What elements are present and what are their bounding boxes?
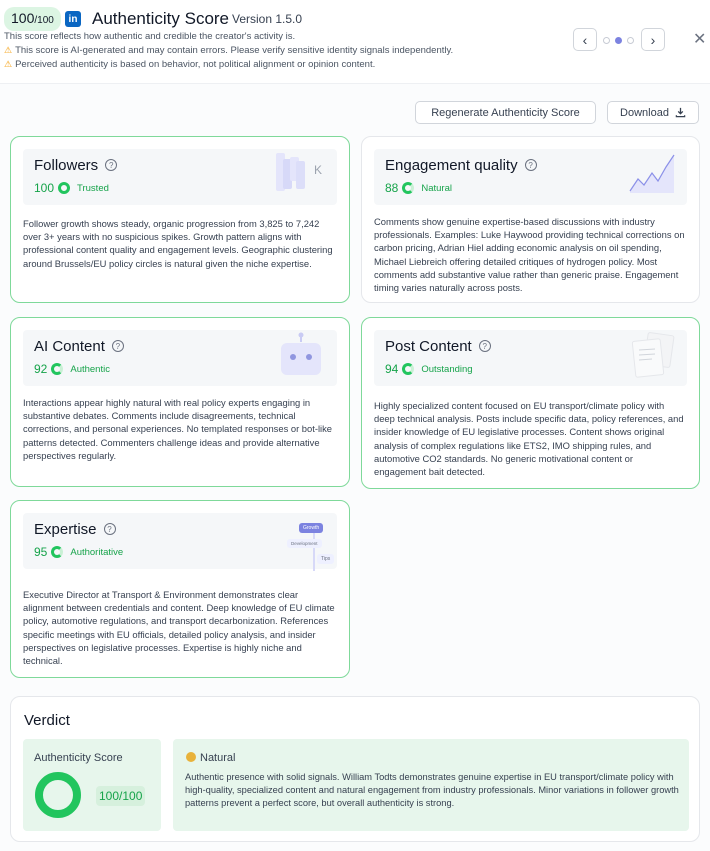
pager-dot[interactable] — [603, 37, 610, 44]
expertise-card-header: Expertise? 95 Authoritative Growth Devel… — [23, 513, 337, 571]
regenerate-label: Regenerate Authenticity Score — [431, 106, 580, 119]
verdict-level-row: Natural — [186, 752, 235, 764]
post-content-card-header: Post Content? 94 Outstanding — [374, 330, 687, 386]
next-button[interactable]: › — [641, 28, 665, 51]
score-ring-icon — [51, 363, 64, 375]
verdict-card: Verdict Authenticity Score 100/100 Natur… — [10, 696, 700, 842]
document-icon — [630, 330, 678, 385]
page-title: Authenticity Score — [92, 9, 230, 28]
verdict-score-ring — [35, 772, 81, 818]
post-content-score-row: 94 Outstanding — [385, 362, 473, 376]
followers-card-header: Followers? 100 Trusted K — [23, 149, 337, 205]
engagement-card-header: Engagement quality? 88 Natural — [374, 149, 687, 205]
verdict-summary-box: Natural Authentic presence with solid si… — [173, 739, 689, 831]
help-icon[interactable]: ? — [103, 523, 116, 535]
engagement-title-text: Engagement quality — [385, 157, 518, 174]
ai-content-level: Authentic — [70, 363, 110, 375]
regenerate-button[interactable]: Regenerate Authenticity Score — [415, 101, 596, 124]
post-content-score: 94 — [385, 362, 399, 376]
ai-content-title-text: AI Content — [34, 338, 105, 355]
score-pill-value: 100 — [11, 10, 35, 26]
engagement-score-row: 88 Natural — [385, 181, 452, 195]
help-icon[interactable]: ? — [524, 159, 537, 171]
expertise-illustration: Growth Development Tips — [277, 523, 337, 575]
info-note: This score reflects how authentic and cr… — [4, 31, 296, 42]
score-ring-icon — [402, 182, 415, 194]
ai-content-score: 92 — [34, 362, 48, 376]
linkedin-icon: in — [65, 11, 81, 27]
score-ring-icon — [402, 363, 415, 375]
score-pill: 100 /100 — [4, 7, 61, 31]
verdict-level: Natural — [200, 752, 236, 764]
expertise-title: Expertise? — [34, 521, 116, 538]
tips-tag: Tips — [317, 554, 335, 564]
bias-warning-note: ⚠ Perceived authenticity is based on beha… — [4, 59, 375, 70]
score-ring-icon — [58, 182, 71, 194]
score-pill-max: /100 — [34, 15, 54, 26]
followers-score-row: 100 Trusted — [34, 181, 109, 195]
ai-content-title: AI Content? — [34, 338, 124, 355]
engagement-chart-illustration — [628, 151, 678, 200]
ai-warning-note: ⚠ This score is AI-generated and may cont… — [4, 45, 453, 56]
previous-button[interactable]: ‹ — [573, 28, 597, 51]
header: 100 /100 in Authenticity Score Version 1… — [0, 0, 710, 84]
verdict-title: Verdict — [24, 712, 70, 729]
engagement-description: Comments show genuine expertise-based di… — [374, 216, 685, 294]
engagement-level: Natural — [421, 182, 452, 194]
help-icon[interactable]: ? — [105, 159, 118, 171]
download-label: Download — [620, 106, 669, 119]
download-button[interactable]: Download — [607, 101, 699, 124]
post-content-level: Outstanding — [421, 363, 473, 375]
post-content-description: Highly specialized content focused on EU… — [374, 400, 684, 478]
score-ring-icon — [51, 546, 64, 558]
expertise-description: Executive Director at Transport & Enviro… — [23, 589, 335, 667]
engagement-card: Engagement quality? 88 Natural Comments … — [361, 136, 700, 303]
followers-description: Follower growth shows steady, organic pr… — [23, 218, 333, 269]
verdict-score-box: Authenticity Score 100/100 — [23, 739, 161, 831]
verdict-description: Authentic presence with solid signals. W… — [185, 772, 679, 809]
engagement-title: Engagement quality? — [385, 157, 537, 174]
ai-content-description: Interactions appear highly natural with … — [23, 397, 333, 461]
followers-illustration-label: K — [314, 163, 323, 177]
followers-title: Followers? — [34, 157, 118, 174]
ai-warning-text: This score is AI-generated and may conta… — [15, 45, 454, 56]
expertise-score: 95 — [34, 545, 48, 559]
ai-content-card-header: AI Content? 92 Authentic — [23, 330, 337, 386]
expertise-title-text: Expertise — [34, 521, 97, 538]
post-content-title: Post Content? — [385, 338, 491, 355]
robot-icon — [277, 332, 325, 383]
version-label: Version 1.5.0 — [232, 12, 303, 26]
followers-title-text: Followers — [34, 157, 99, 174]
pager-dot-active[interactable] — [615, 37, 622, 44]
engagement-score: 88 — [385, 181, 399, 195]
pager-dot[interactable] — [627, 37, 634, 44]
natural-badge-icon — [186, 752, 196, 762]
close-icon[interactable]: ✕ — [693, 29, 706, 49]
download-icon — [675, 107, 686, 118]
expertise-score-row: 95 Authoritative — [34, 545, 123, 559]
warning-icon: ⚠ — [4, 59, 13, 69]
ai-content-score-row: 92 Authentic — [34, 362, 110, 376]
development-tag: Development — [287, 539, 322, 548]
followers-card: Followers? 100 Trusted K Follower growth… — [10, 136, 350, 303]
help-icon[interactable]: ? — [111, 340, 124, 352]
followers-level: Trusted — [77, 182, 109, 194]
expertise-level: Authoritative — [70, 546, 124, 558]
followers-illustration: K — [276, 151, 330, 200]
verdict-score-label: Authenticity Score — [34, 752, 123, 764]
warning-icon: ⚠ — [4, 45, 13, 55]
bias-warning-text: Perceived authenticity is based on behav… — [15, 59, 376, 70]
verdict-score-value: 100/100 — [96, 786, 146, 806]
help-icon[interactable]: ? — [478, 340, 491, 352]
followers-score: 100 — [34, 181, 55, 195]
expertise-card: Expertise? 95 Authoritative Growth Devel… — [10, 500, 350, 678]
ai-content-card: AI Content? 92 Authentic Interactions ap… — [10, 317, 350, 487]
post-content-title-text: Post Content — [385, 338, 472, 355]
post-content-card: Post Content? 94 Outstanding Highly spec… — [361, 317, 700, 489]
growth-tag: Growth — [299, 523, 324, 533]
